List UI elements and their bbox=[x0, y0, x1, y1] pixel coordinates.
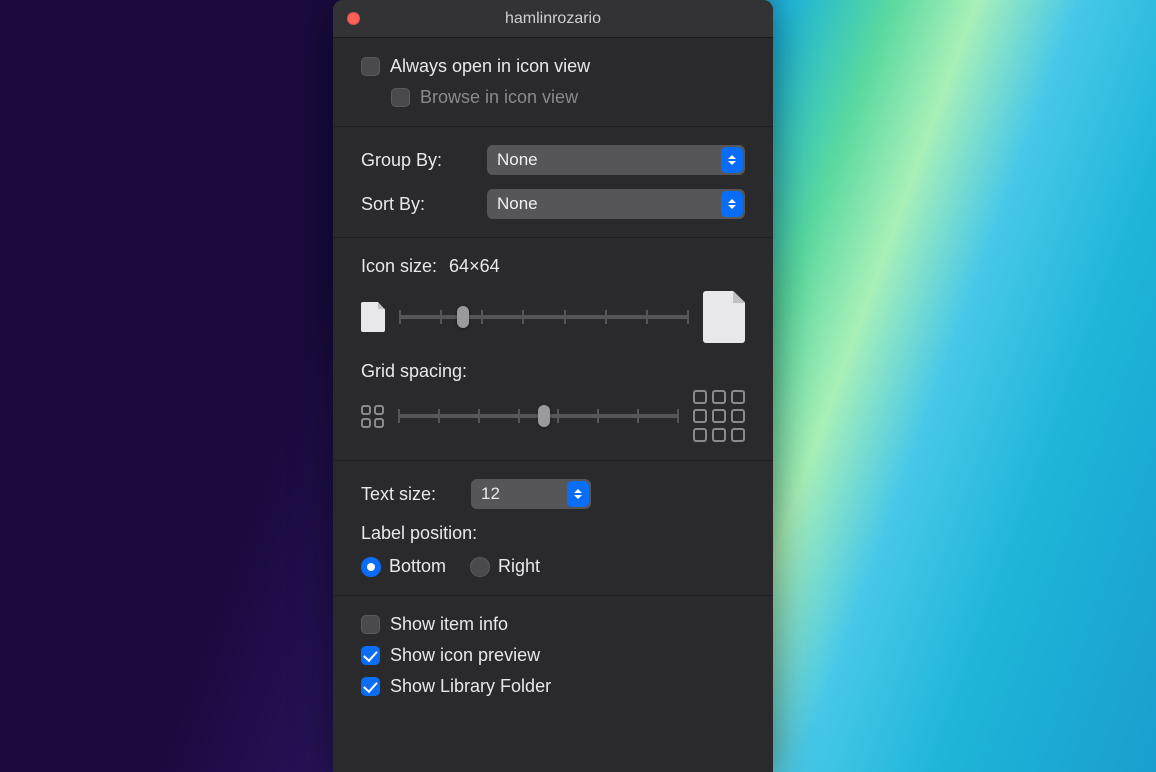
section-view-mode: Always open in icon view Browse in icon … bbox=[333, 38, 773, 127]
label-position-bottom-radio[interactable] bbox=[361, 557, 381, 577]
group-by-select[interactable]: None bbox=[487, 145, 745, 175]
label-position-right-radio[interactable] bbox=[470, 557, 490, 577]
show-library-folder-label: Show Library Folder bbox=[390, 676, 551, 697]
close-button[interactable] bbox=[347, 12, 360, 25]
group-by-value: None bbox=[497, 150, 538, 170]
show-icon-preview-label: Show icon preview bbox=[390, 645, 540, 666]
grid-large-icon bbox=[693, 390, 745, 442]
sort-by-value: None bbox=[497, 194, 538, 214]
section-icon-grid: Icon size: 64×64 Grid spacing: bbox=[333, 238, 773, 461]
icon-size-value: 64×64 bbox=[449, 256, 500, 277]
icon-size-thumb[interactable] bbox=[457, 306, 469, 328]
chevron-updown-icon bbox=[567, 481, 589, 507]
always-open-label: Always open in icon view bbox=[390, 56, 590, 77]
show-library-folder-checkbox[interactable] bbox=[361, 677, 380, 696]
small-file-icon bbox=[361, 302, 385, 332]
icon-size-slider[interactable] bbox=[399, 315, 689, 319]
grid-spacing-thumb[interactable] bbox=[538, 405, 550, 427]
section-grouping: Group By: None Sort By: None bbox=[333, 127, 773, 238]
section-show-options: Show item info Show icon preview Show Li… bbox=[333, 596, 773, 715]
text-size-label: Text size: bbox=[361, 484, 453, 505]
grid-spacing-label: Grid spacing: bbox=[361, 361, 745, 382]
text-size-select[interactable]: 12 bbox=[471, 479, 591, 509]
browse-label: Browse in icon view bbox=[420, 87, 578, 108]
large-file-icon bbox=[703, 291, 745, 343]
view-options-window: hamlinrozario Always open in icon view B… bbox=[333, 0, 773, 772]
sort-by-select[interactable]: None bbox=[487, 189, 745, 219]
section-text-label: Text size: 12 Label position: Bottom Rig… bbox=[333, 461, 773, 596]
show-item-info-checkbox[interactable] bbox=[361, 615, 380, 634]
grid-small-icon bbox=[361, 405, 384, 428]
icon-size-label: Icon size: bbox=[361, 256, 437, 277]
label-position-label: Label position: bbox=[361, 523, 745, 544]
sort-by-label: Sort By: bbox=[361, 194, 469, 215]
text-size-value: 12 bbox=[481, 484, 500, 504]
label-position-bottom-label: Bottom bbox=[389, 556, 446, 577]
chevron-updown-icon bbox=[721, 191, 743, 217]
chevron-updown-icon bbox=[721, 147, 743, 173]
show-icon-preview-checkbox[interactable] bbox=[361, 646, 380, 665]
titlebar: hamlinrozario bbox=[333, 0, 773, 38]
browse-checkbox[interactable] bbox=[391, 88, 410, 107]
group-by-label: Group By: bbox=[361, 150, 469, 171]
grid-spacing-slider[interactable] bbox=[398, 414, 679, 418]
always-open-checkbox[interactable] bbox=[361, 57, 380, 76]
label-position-right-label: Right bbox=[498, 556, 540, 577]
show-item-info-label: Show item info bbox=[390, 614, 508, 635]
window-title: hamlinrozario bbox=[333, 10, 773, 28]
